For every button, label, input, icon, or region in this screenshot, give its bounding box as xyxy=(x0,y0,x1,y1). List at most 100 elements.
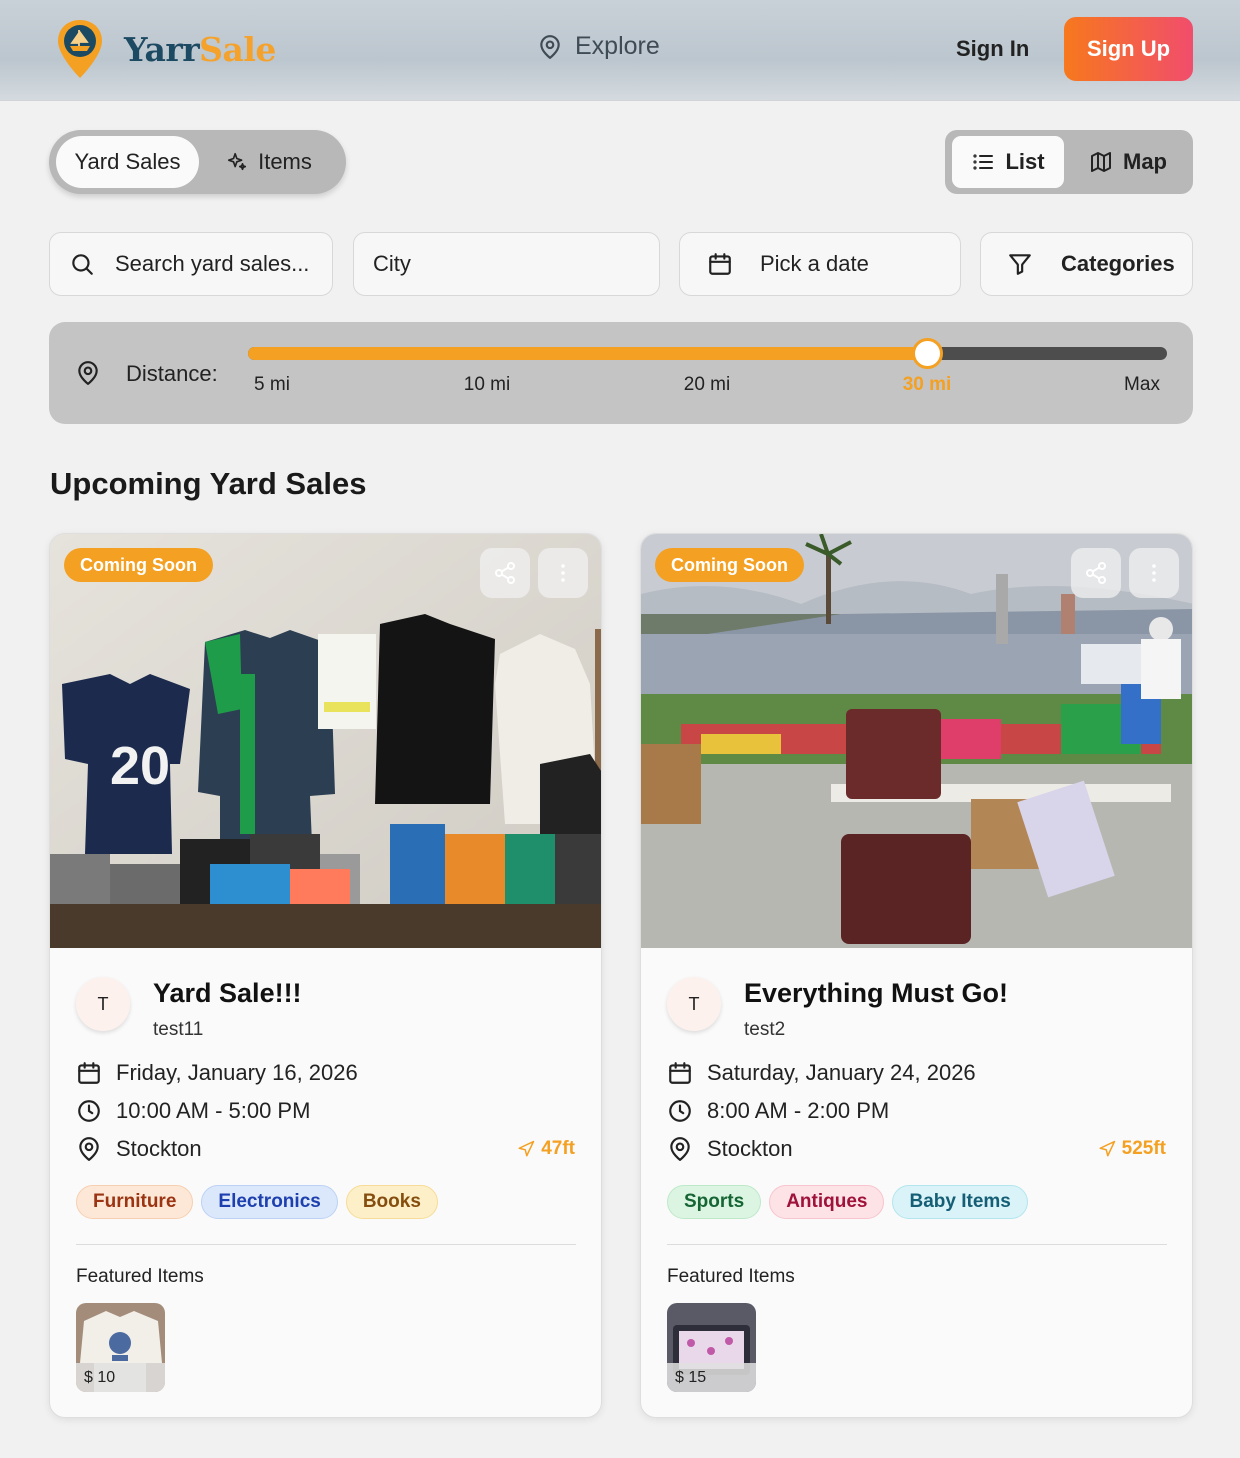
sale-time-text: 10:00 AM - 5:00 PM xyxy=(116,1098,311,1123)
distance-slider-thumb[interactable] xyxy=(912,338,943,369)
section-title: Upcoming Yard Sales xyxy=(50,466,367,501)
sale-time: 10:00 AM - 5:00 PM xyxy=(76,1098,310,1124)
share-button[interactable] xyxy=(1071,548,1121,598)
sale-title[interactable]: Everything Must Go! xyxy=(744,978,1008,1009)
distance-slider[interactable] xyxy=(248,338,1167,369)
divider xyxy=(667,1244,1167,1245)
more-options-button[interactable] xyxy=(538,548,588,598)
map-pin-icon xyxy=(78,361,98,385)
view-list-button[interactable]: List xyxy=(952,136,1064,188)
map-pin-icon xyxy=(79,1137,99,1161)
explore-link[interactable]: Explore xyxy=(537,32,660,61)
view-map-button[interactable]: Map xyxy=(1071,136,1185,188)
category-chip[interactable]: Furniture xyxy=(76,1185,194,1219)
sale-photo-driveway[interactable]: Coming Soon xyxy=(641,534,1192,948)
date-picker[interactable]: Pick a date xyxy=(679,232,961,296)
search-placeholder: Search yard sales... xyxy=(115,251,310,276)
sparkles-icon xyxy=(228,152,247,171)
distance-tick[interactable]: Max xyxy=(1124,374,1160,396)
distance-slider-fill xyxy=(248,347,927,360)
tab-yard-sales-label: Yard Sales xyxy=(74,149,181,174)
view-toggle: List Map xyxy=(945,130,1193,194)
category-chips: Sports Antiques Baby Items xyxy=(667,1185,1028,1219)
clock-icon xyxy=(78,1100,100,1122)
featured-item[interactable]: $ 15 xyxy=(667,1303,756,1392)
categories-button[interactable]: Categories xyxy=(980,232,1193,296)
sale-date: Friday, January 16, 2026 xyxy=(76,1060,358,1086)
sale-location: Stockton xyxy=(667,1136,793,1162)
view-list-label: List xyxy=(1005,149,1045,174)
calendar-icon xyxy=(669,1062,691,1084)
more-vertical-icon xyxy=(1152,564,1156,582)
sale-title[interactable]: Yard Sale!!! xyxy=(153,978,302,1009)
host-name: test11 xyxy=(153,1019,204,1040)
distance-value: 47ft xyxy=(541,1138,575,1159)
sale-city-text: Stockton xyxy=(707,1136,793,1161)
distance-indicator: 47ft xyxy=(517,1138,575,1160)
sale-city-text: Stockton xyxy=(116,1136,202,1161)
clock-icon xyxy=(669,1100,691,1122)
sale-time-text: 8:00 AM - 2:00 PM xyxy=(707,1098,890,1123)
distance-tick[interactable]: 20 mi xyxy=(684,374,730,396)
sale-photo-clothing[interactable]: 20 Coming Soon xyxy=(50,534,601,948)
distance-tick[interactable]: 30 mi xyxy=(903,374,952,396)
category-chip[interactable]: Baby Items xyxy=(892,1185,1028,1219)
more-vertical-icon xyxy=(561,564,565,582)
host-name: test2 xyxy=(744,1019,786,1040)
more-options-button[interactable] xyxy=(1129,548,1179,598)
brand-wordmark: YarrSale xyxy=(124,30,276,69)
calendar-icon xyxy=(709,253,731,275)
map-icon xyxy=(1091,152,1111,172)
list-icon xyxy=(973,154,994,170)
sale-time: 8:00 AM - 2:00 PM xyxy=(667,1098,889,1124)
category-chip[interactable]: Antiques xyxy=(769,1185,885,1219)
ship-pin-logo-icon xyxy=(58,20,102,78)
tab-items-label: Items xyxy=(258,149,312,174)
sale-date: Saturday, January 24, 2026 xyxy=(667,1060,976,1086)
avatar[interactable]: T xyxy=(667,977,721,1031)
tab-yard-sales[interactable]: Yard Sales xyxy=(56,136,199,188)
share-button[interactable] xyxy=(480,548,530,598)
share-icon xyxy=(1086,562,1106,584)
sale-location: Stockton xyxy=(76,1136,202,1162)
view-map-label: Map xyxy=(1123,149,1167,174)
search-icon xyxy=(72,254,93,275)
brand-wordmark-sale: Sale xyxy=(199,29,276,69)
sign-up-button[interactable]: Sign Up xyxy=(1064,17,1193,81)
navigation-icon xyxy=(1099,1140,1115,1157)
mode-toggle: Yard Sales Items xyxy=(49,130,346,194)
navigation-icon xyxy=(518,1140,535,1157)
sale-card[interactable]: 20 Coming Soon T Yard Sale!!! test11 Fri… xyxy=(49,533,602,1418)
sale-date-text: Friday, January 16, 2026 xyxy=(116,1060,358,1085)
sale-date-text: Saturday, January 24, 2026 xyxy=(707,1060,976,1085)
top-nav: YarrSale Explore Sign In Sign Up xyxy=(0,0,1240,101)
coming-soon-badge: Coming Soon xyxy=(655,548,804,582)
distance-indicator: 525ft xyxy=(1098,1138,1166,1160)
search-input[interactable]: Search yard sales... xyxy=(49,232,333,296)
tab-items[interactable]: Items xyxy=(199,136,339,188)
filter-icon xyxy=(1009,254,1031,275)
brand-logo[interactable]: YarrSale xyxy=(56,18,276,80)
featured-items-label: Featured Items xyxy=(76,1266,204,1287)
category-chip[interactable]: Sports xyxy=(667,1185,762,1219)
distance-tick[interactable]: 10 mi xyxy=(464,374,510,396)
city-placeholder: City xyxy=(373,251,411,276)
category-chip[interactable]: Books xyxy=(345,1185,438,1219)
category-chip[interactable]: Electronics xyxy=(201,1185,338,1219)
categories-label: Categories xyxy=(1061,251,1175,276)
item-price: $ 15 xyxy=(667,1363,756,1392)
featured-item[interactable]: $ 10 xyxy=(76,1303,165,1392)
distance-label: Distance: xyxy=(126,361,218,386)
distance-tick[interactable]: 5 mi xyxy=(254,374,290,396)
explore-label: Explore xyxy=(575,32,660,60)
coming-soon-badge: Coming Soon xyxy=(64,548,213,582)
city-input[interactable]: City xyxy=(353,232,660,296)
category-chips: Furniture Electronics Books xyxy=(76,1185,438,1219)
map-pin-icon xyxy=(670,1137,690,1161)
brand-wordmark-yarr: Yarr xyxy=(124,29,200,69)
sale-card[interactable]: Coming Soon T Everything Must Go! test2 … xyxy=(640,533,1193,1418)
item-price: $ 10 xyxy=(76,1363,165,1392)
date-placeholder: Pick a date xyxy=(760,251,869,276)
avatar[interactable]: T xyxy=(76,977,130,1031)
sign-in-button[interactable]: Sign In xyxy=(956,36,1029,62)
